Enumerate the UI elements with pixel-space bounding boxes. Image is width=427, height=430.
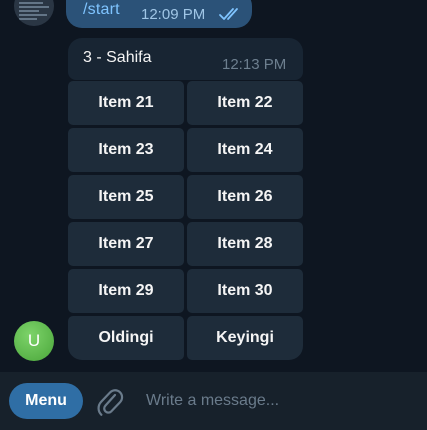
bubble-tail-icon (68, 0, 70, 2)
keyboard-button-item-30[interactable]: Item 30 (187, 269, 303, 313)
outgoing-message-time: 12:09 PM (141, 6, 206, 23)
keyboard-button-item-24[interactable]: Item 24 (187, 128, 303, 172)
keyboard-button-previous[interactable]: Oldingi (68, 316, 184, 360)
outgoing-message-text[interactable]: /start (83, 1, 120, 19)
keyboard-button-item-27[interactable]: Item 27 (68, 222, 184, 266)
message-composer: Menu (0, 372, 427, 430)
incoming-message-time: 12:13 PM (222, 56, 287, 73)
keyboard-button-next[interactable]: Keyingi (187, 316, 303, 360)
keyboard-button-item-22[interactable]: Item 22 (187, 81, 303, 125)
chat-area: /start 12:09 PM 3 - Sahifa 12:13 PM Item… (0, 0, 427, 372)
avatar-initial: U (27, 331, 41, 350)
incoming-message-text[interactable]: 3 - Sahifa (83, 49, 151, 67)
sender-avatar[interactable] (14, 0, 54, 26)
message-input[interactable] (146, 388, 416, 414)
keyboard-button-item-28[interactable]: Item 28 (187, 222, 303, 266)
keyboard-button-item-26[interactable]: Item 26 (187, 175, 303, 219)
keyboard-button-item-25[interactable]: Item 25 (68, 175, 184, 219)
keyboard-button-item-21[interactable]: Item 21 (68, 81, 184, 125)
paperclip-icon[interactable] (96, 386, 124, 418)
avatar[interactable]: U (14, 321, 54, 361)
keyboard-button-item-29[interactable]: Item 29 (68, 269, 184, 313)
double-check-icon (219, 8, 238, 20)
keyboard-button-item-23[interactable]: Item 23 (68, 128, 184, 172)
menu-button[interactable]: Menu (9, 383, 83, 419)
